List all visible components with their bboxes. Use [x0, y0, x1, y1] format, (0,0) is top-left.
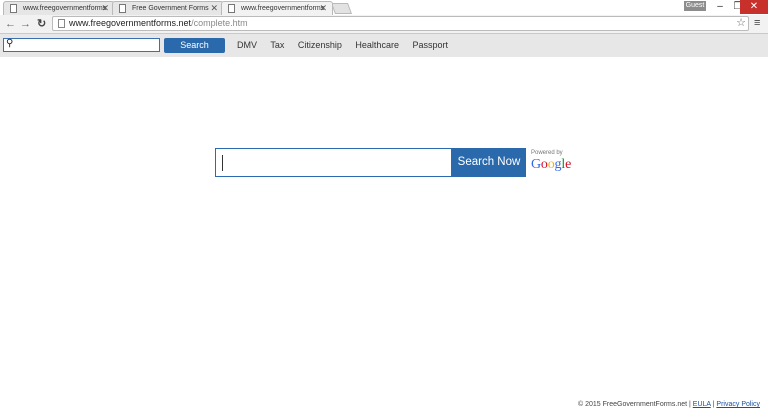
tab-2-title: Free Government Forms — [132, 5, 209, 12]
top-search-button[interactable]: Search — [164, 38, 225, 53]
browser-titlebar: www.freegovernmentforms ✕ Free Governmen… — [0, 0, 768, 16]
page-icon — [58, 19, 65, 28]
category-links: DMV Tax Citizenship Healthcare Passport — [237, 38, 459, 52]
close-tab-icon[interactable]: ✕ — [101, 2, 109, 15]
page-icon — [119, 4, 126, 13]
search-now-button[interactable]: Search Now — [452, 148, 526, 177]
close-tab-icon[interactable]: ✕ — [319, 2, 327, 15]
site-search-bar: ⚲ Search DMV Tax Citizenship Healthcare … — [0, 34, 768, 57]
tab-1[interactable]: www.freegovernmentforms ✕ — [3, 1, 115, 15]
top-search-input[interactable]: ⚲ — [3, 38, 160, 52]
menu-icon[interactable]: ≡ — [754, 17, 760, 29]
bookmark-star-icon[interactable]: ☆ — [736, 16, 746, 29]
profile-badge[interactable]: Guest — [684, 1, 706, 11]
page-icon — [10, 4, 17, 13]
address-url: www.freegovernmentforms.net/complete.htm — [69, 18, 248, 28]
link-healthcare[interactable]: Healthcare — [355, 40, 399, 50]
tab-2[interactable]: Free Government Forms ✕ — [112, 1, 224, 15]
back-icon[interactable]: ← — [5, 17, 16, 31]
new-tab-button[interactable] — [330, 3, 353, 14]
copyright-text: © 2015 FreeGovernmentForms.net | — [578, 401, 691, 408]
close-tab-icon[interactable]: ✕ — [210, 2, 218, 15]
link-tax[interactable]: Tax — [270, 40, 284, 50]
main-search-input[interactable] — [215, 148, 452, 177]
link-dmv[interactable]: DMV — [237, 40, 257, 50]
forward-icon[interactable]: → — [20, 17, 31, 31]
google-logo: Google — [531, 157, 572, 172]
eula-link[interactable]: EULA — [693, 401, 711, 408]
link-citizenship[interactable]: Citizenship — [298, 40, 342, 50]
page-icon — [228, 4, 235, 13]
tab-3-title: www.freegovernmentforms — [241, 5, 325, 12]
powered-by-label: Powered by — [531, 150, 563, 156]
search-icon: ⚲ — [6, 38, 14, 49]
reload-icon[interactable]: ↻ — [37, 17, 46, 31]
minimize-icon[interactable]: – — [710, 0, 730, 14]
footer-separator: | — [712, 401, 715, 408]
privacy-policy-link[interactable]: Privacy Policy — [716, 401, 760, 408]
text-cursor — [222, 155, 223, 171]
footer: © 2015 FreeGovernmentForms.net | EULA | … — [578, 401, 760, 408]
address-bar[interactable]: www.freegovernmentforms.net/complete.htm… — [52, 16, 749, 31]
tab-1-title: www.freegovernmentforms — [23, 5, 107, 12]
browser-toolbar: ← → ↻ www.freegovernmentforms.net/comple… — [0, 15, 768, 34]
close-window-icon[interactable]: ✕ — [740, 0, 768, 14]
tab-3[interactable]: www.freegovernmentforms ✕ — [221, 1, 333, 15]
link-passport[interactable]: Passport — [412, 40, 448, 50]
